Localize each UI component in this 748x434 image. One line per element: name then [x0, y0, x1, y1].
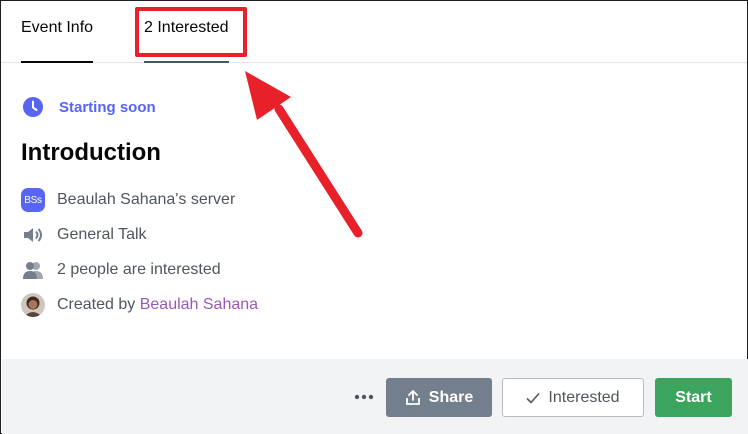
status-text: Starting soon: [59, 98, 156, 116]
server-name: Beaulah Sahana's server: [57, 191, 236, 208]
tab-event-info-label: Event Info: [21, 19, 94, 36]
share-icon: [405, 389, 420, 405]
interested-row: 2 people are interested: [21, 258, 221, 282]
start-button[interactable]: Start: [655, 378, 732, 417]
creator-link[interactable]: Beaulah Sahana: [140, 296, 258, 313]
interested-button[interactable]: Interested: [502, 378, 644, 417]
event-status: Starting soon: [21, 95, 156, 119]
check-icon: [526, 392, 541, 404]
event-modal: Event Info 2 Interested Starting soon In…: [0, 0, 748, 434]
tab-interested[interactable]: 2 Interested: [144, 19, 229, 63]
start-label: Start: [675, 388, 712, 406]
creator-row: Created by Beaulah Sahana: [21, 293, 258, 317]
people-icon: [21, 258, 45, 282]
tab-bar: Event Info 2 Interested: [1, 1, 747, 63]
tab-active-indicator: [21, 61, 94, 63]
tab-interested-label: 2 Interested: [144, 19, 229, 36]
clock-icon: [21, 95, 45, 119]
avatar[interactable]: [21, 293, 45, 317]
server-row: BSs Beaulah Sahana's server: [21, 188, 235, 212]
event-title: Introduction: [21, 139, 161, 166]
interested-label: Interested: [548, 388, 620, 406]
share-label: Share: [428, 388, 474, 406]
modal-footer: Share Interested Start: [2, 359, 748, 434]
interested-count: 2 people are interested: [57, 261, 221, 278]
channel-name: General Talk: [57, 226, 147, 243]
tab-hover-indicator: [144, 61, 229, 63]
channel-row: General Talk: [21, 223, 147, 247]
speaker-icon: [21, 223, 45, 247]
more-options-button[interactable]: [352, 385, 376, 409]
created-by-label: Created by: [57, 296, 136, 313]
tab-event-info[interactable]: Event Info: [21, 19, 94, 63]
more-icon: [354, 394, 374, 400]
share-button[interactable]: Share: [386, 378, 492, 417]
server-icon: BSs: [21, 188, 45, 212]
